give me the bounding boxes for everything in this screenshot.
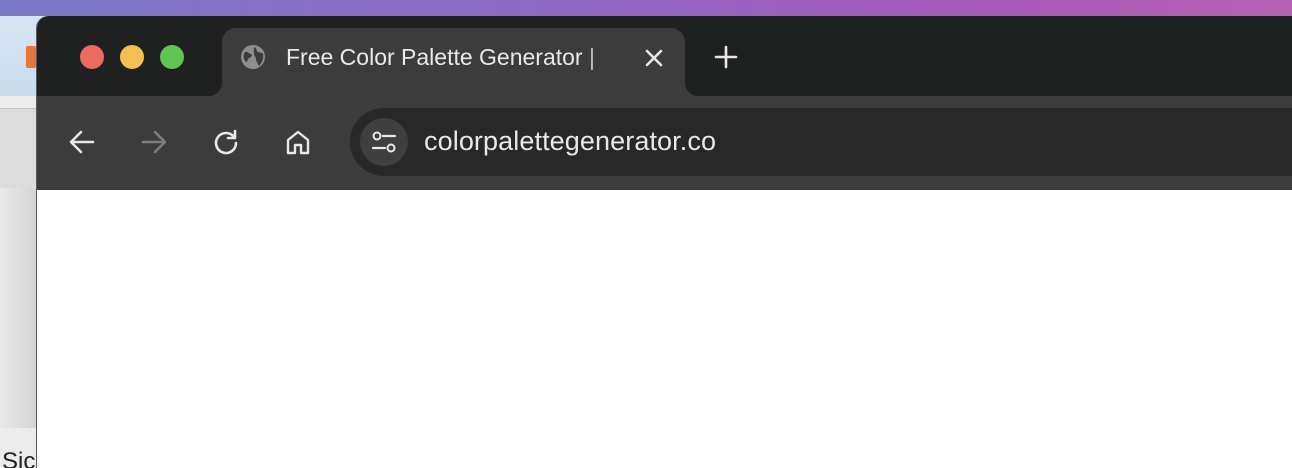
url-text[interactable]: colorpalettegenerator.co	[424, 126, 716, 157]
background-window-text: Sic	[2, 448, 36, 468]
maximize-window-button[interactable]	[160, 45, 184, 69]
browser-window: Free Color Palette Generator | colorpale…	[37, 16, 1292, 468]
tab-title: Free Color Palette Generator |	[286, 44, 595, 70]
arrow-left-icon[interactable]	[66, 126, 98, 158]
page-content	[37, 190, 1292, 468]
background-window-sidebar	[0, 188, 40, 428]
arrow-right-icon[interactable]	[138, 126, 170, 158]
minimize-window-button[interactable]	[120, 45, 144, 69]
plus-icon[interactable]	[711, 42, 741, 72]
globe-icon	[239, 43, 267, 71]
close-window-button[interactable]	[80, 45, 104, 69]
address-bar[interactable]: colorpalettegenerator.co	[350, 108, 1292, 176]
browser-toolbar: colorpalettegenerator.co	[37, 96, 1292, 190]
background-app-icon	[26, 46, 36, 68]
tune-icon[interactable]	[360, 118, 408, 166]
close-icon[interactable]	[640, 44, 668, 72]
reload-icon[interactable]	[210, 126, 242, 158]
home-icon[interactable]	[282, 126, 314, 158]
tab-active[interactable]: Free Color Palette Generator |	[208, 28, 699, 96]
tab-strip: Free Color Palette Generator |	[37, 16, 1292, 96]
